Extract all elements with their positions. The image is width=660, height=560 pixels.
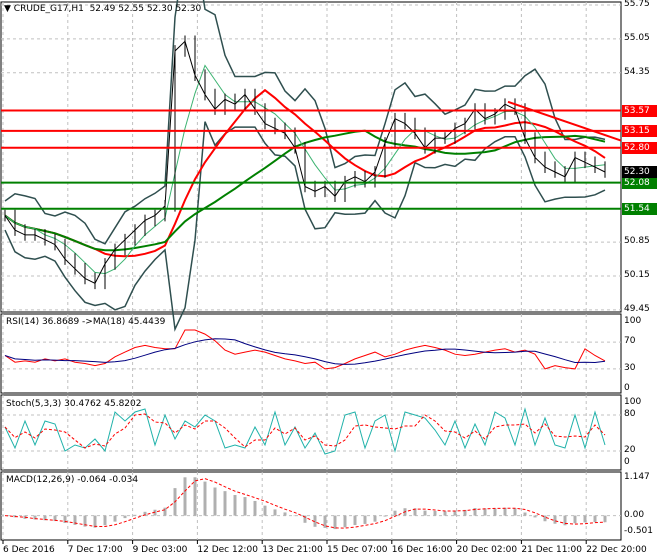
x-tick-label: 6 Dec 2016 [3,545,55,555]
rsi-axis-label: 70 [624,336,636,347]
level-tag-52.08: 52.08 [622,176,657,189]
x-tick-label: 21 Dec 11:00 [521,545,582,555]
x-tick-label: 7 Dec 17:00 [67,545,123,555]
price-axis-label: 55.05 [624,32,650,43]
rsi-axis-label: 30 [624,362,636,373]
x-tick-label: 20 Dec 02:00 [456,545,518,555]
level-tag-51.54: 51.54 [622,202,657,215]
x-tick-label: 16 Dec 16:00 [391,545,453,555]
stoch-axis-label: 0 [624,457,630,467]
stoch-main-line [4,407,606,455]
rsi-ma-line [4,338,606,365]
price-axis-label: 54.35 [624,66,650,77]
price-axis-label: 55.75 [624,0,650,9]
level-tag-53.15: 53.15 [622,124,657,137]
macd-axis-label: 1.147 [624,472,650,482]
x-tick-label: 15 Dec 07:00 [327,545,388,555]
stoch-axis-label: 80 [624,409,636,419]
chart-title: ▼ CRUDE_G17,H1 52.49 52.55 52.30 52.30 [4,4,202,14]
macd-axis-label: -0.501 [624,526,654,536]
stoch-signal-line [4,413,606,449]
stoch-axis-label: 100 [624,397,642,407]
rsi-title: RSI(14) 36.8689 ->MA(18) 45.4439 [6,317,166,327]
stoch-axis-label: 20 [624,445,636,455]
x-tick-label: 9 Dec 03:00 [132,545,188,555]
price-axis-label: 49.45 [624,303,650,314]
rsi-axis-label: 100 [624,316,642,326]
x-tick-label: 13 Dec 21:00 [262,545,323,555]
rsi-axis-label: 0 [624,383,630,393]
symbol: CRUDE_G17,H1 [13,4,84,14]
rsi-line [4,329,606,370]
x-tick-label: 22 Dec 20:00 [586,545,647,555]
level-tag-52.80: 52.80 [622,141,657,154]
ohlc-values: 52.49 52.55 52.30 52.30 [89,4,202,14]
macd-title: MACD(12,26,9) -0.064 -0.034 [6,475,139,485]
x-tick-label: 12 Dec 12:00 [197,545,258,555]
macd-axis-label: 0.00 [624,509,645,520]
current-price-tag: 52.30 [622,165,657,178]
price-axis-label: 50.85 [624,236,650,247]
panel-frame-0 [0,1,622,313]
stoch-title: Stoch(5,3,3) 30.4762 45.8202 [6,399,142,409]
price-axis-label: 50.15 [624,270,650,281]
level-tag-53.57: 53.57 [622,104,657,117]
